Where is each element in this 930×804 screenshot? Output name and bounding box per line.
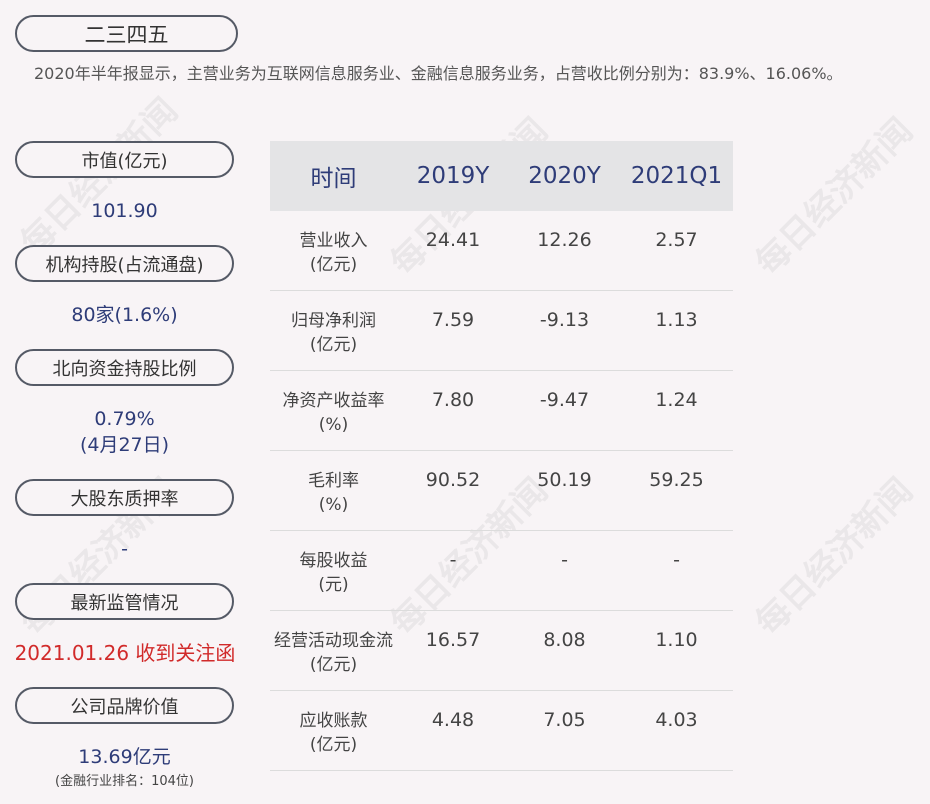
table-cell: 1.13 (655, 309, 698, 331)
northbound-holding-date: (4月27日) (79, 434, 170, 456)
table-row: 每股收益 (元) - - - (270, 531, 733, 611)
row-label: 营业收入 (亿元) (299, 231, 368, 275)
northbound-holding-label: 北向资金持股比例 (15, 349, 234, 386)
table-cell: - (673, 549, 680, 571)
row-label: 归母净利润 (亿元) (291, 311, 376, 355)
table-cell: 16.57 (425, 629, 481, 651)
pledge-rate-label: 大股东质押率 (15, 479, 234, 516)
table-cell: 12.26 (537, 229, 592, 251)
header-2021q1: 2021Q1 (630, 163, 723, 189)
regulatory-status-value: 2021.01.26 收到关注函 (14, 641, 236, 665)
pledge-rate-value: - (121, 538, 128, 560)
table-cell: 7.80 (431, 389, 475, 411)
table-cell: 4.03 (655, 709, 698, 731)
header-2019y: 2019Y (416, 163, 490, 189)
table-cell: - (449, 549, 457, 571)
table-cell: 59.25 (649, 469, 704, 491)
financial-table: 时间 2019Y 2020Y 2021Q1 营业收入 (亿元) 24.41 12.… (270, 141, 733, 771)
table-row: 应收账款 (亿元) 4.48 7.05 4.03 (270, 691, 733, 771)
table-cell: 24.41 (425, 229, 481, 251)
table-header: 时间 2019Y 2020Y 2021Q1 (270, 141, 733, 211)
row-label: 净资产收益率 (%) (282, 391, 385, 435)
table-cell: 50.19 (537, 469, 592, 491)
institutional-holding-value: 80家(1.6%) (71, 304, 178, 326)
table-cell: 8.08 (543, 629, 586, 651)
table-cell: 7.05 (543, 709, 586, 731)
watermark: 每日经济新闻 (748, 110, 921, 284)
brand-value-rank: (金融行业排名：104位) (55, 774, 194, 789)
row-label: 应收账款 (亿元) (299, 711, 368, 755)
row-label: 毛利率 (%) (308, 471, 359, 515)
table-row: 经营活动现金流 (亿元) 16.57 8.08 1.10 (270, 611, 733, 691)
table-cell: -9.13 (539, 309, 590, 331)
table-cell: 1.24 (655, 389, 698, 411)
brand-value-label: 公司品牌价值 (15, 687, 234, 724)
table-cell: - (561, 549, 568, 571)
table-row: 营业收入 (亿元) 24.41 12.26 2.57 (270, 211, 733, 291)
row-label: 每股收益 (元) (299, 551, 368, 595)
header-2020y: 2020Y (528, 163, 601, 189)
business-description: 2020年半年报显示，主营业务为互联网信息服务业、金融信息服务业务，占营收比例分… (34, 64, 843, 83)
institutional-holding-label: 机构持股(占流通盘) (15, 245, 234, 282)
market-cap-value: 101.90 (91, 200, 158, 222)
company-title: 二三四五 (15, 15, 238, 52)
table-cell: 4.48 (431, 709, 475, 731)
market-cap-label: 市值(亿元) (15, 141, 234, 178)
regulatory-status-label: 最新监管情况 (15, 583, 234, 620)
brand-value-value: 13.69亿元 (78, 746, 171, 768)
table-row: 净资产收益率 (%) 7.80 -9.47 1.24 (270, 371, 733, 451)
northbound-holding-value: 0.79% (94, 408, 155, 430)
watermark: 每日经济新闻 (748, 470, 921, 644)
table-row: 归母净利润 (亿元) 7.59 -9.13 1.13 (270, 291, 733, 371)
header-period: 时间 (310, 166, 357, 192)
table-cell: 90.52 (425, 469, 481, 491)
table-cell: -9.47 (539, 389, 590, 411)
table-cell: 2.57 (655, 229, 698, 251)
table-cell: 1.10 (655, 629, 698, 651)
table-cell: 7.59 (431, 309, 475, 331)
table-row: 毛利率 (%) 90.52 50.19 59.25 (270, 451, 733, 531)
row-label: 经营活动现金流 (亿元) (274, 631, 393, 675)
